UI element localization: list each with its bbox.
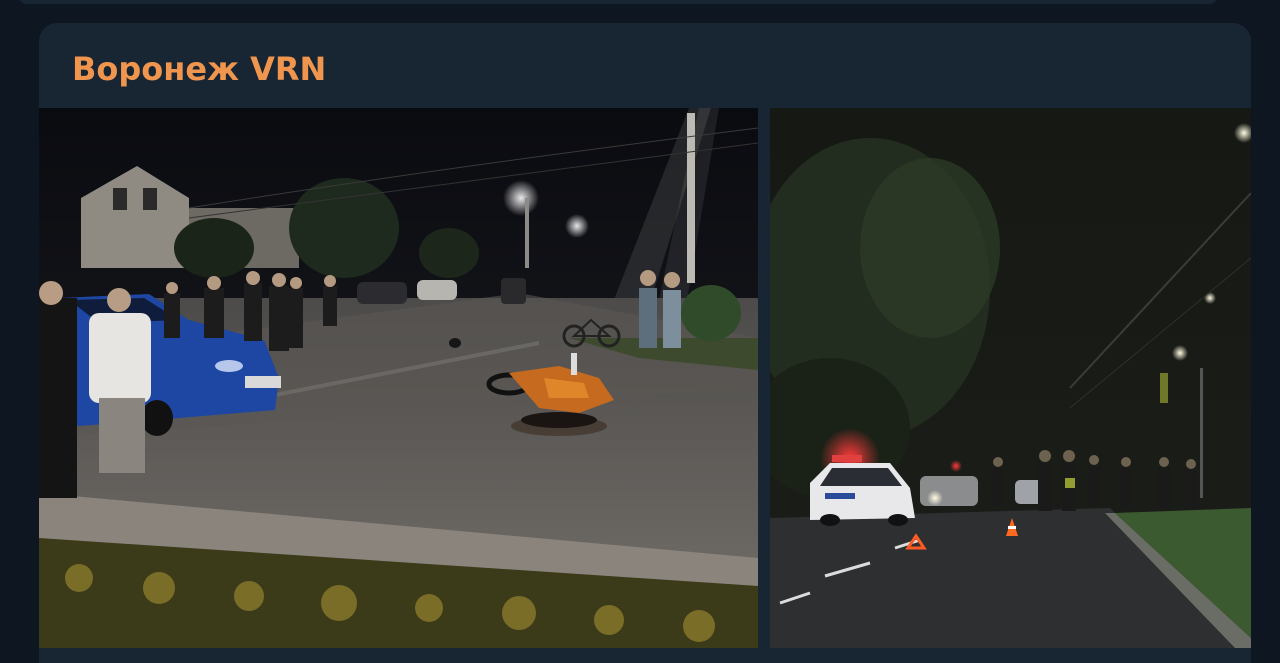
album-photo-2[interactable] bbox=[770, 108, 1251, 648]
photo-2-image bbox=[770, 108, 1251, 648]
sender-name[interactable]: Воронеж VRN bbox=[72, 49, 326, 89]
photo-1-image bbox=[39, 108, 758, 648]
previous-message-edge bbox=[18, 0, 1218, 4]
photo-album bbox=[39, 108, 1251, 648]
channel-post: Воронеж VRN bbox=[39, 23, 1251, 663]
album-photo-1[interactable] bbox=[39, 108, 758, 648]
